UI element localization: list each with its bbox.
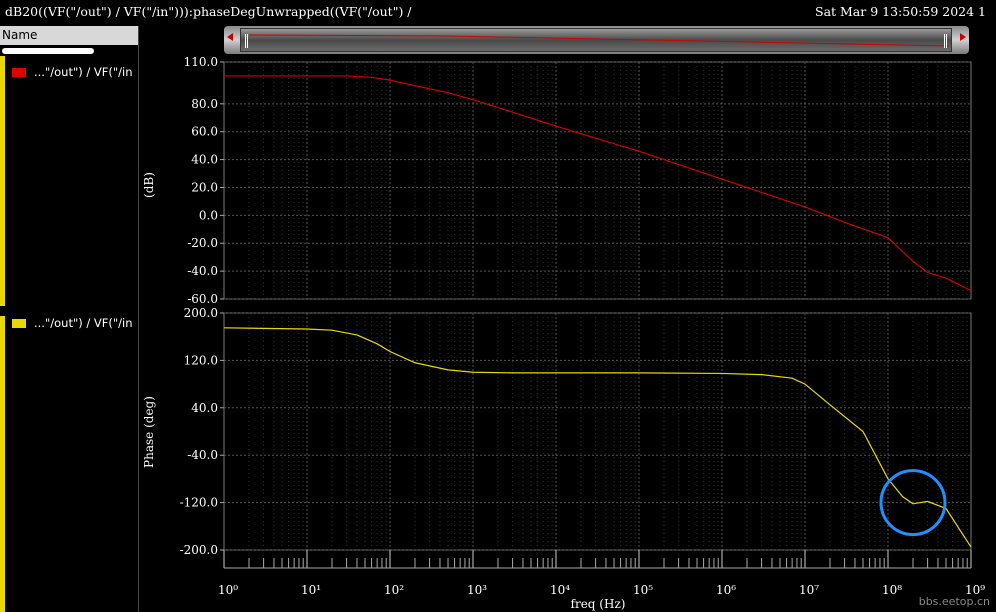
x-axis-label: freq (Hz) xyxy=(571,597,626,611)
plot-frame-0 xyxy=(223,61,972,300)
x-tick-label: 10² xyxy=(384,583,404,597)
y-axis-label: Phase (deg) xyxy=(142,396,156,468)
y-tick-label: 40.0 xyxy=(191,401,218,415)
y-tick-label: 120.0 xyxy=(184,353,218,367)
x-tick-label: 10⁶ xyxy=(716,583,736,597)
y-axis-label: (dB) xyxy=(142,172,156,198)
y-tick-label: -200.0 xyxy=(180,543,218,557)
y-tick-label: 80.0 xyxy=(191,97,218,111)
y-tick-label: -120.0 xyxy=(180,496,218,510)
y-tick-label: 110.0 xyxy=(184,55,218,69)
y-tick-label: -40.0 xyxy=(187,448,218,462)
y-tick-label: -20.0 xyxy=(187,236,218,250)
y-tick-label: 0.0 xyxy=(199,208,218,222)
x-tick-label: 10³ xyxy=(467,583,487,597)
y-tick-label: -60.0 xyxy=(187,292,218,306)
chart-area: 110.0 80.0 60.0 40.0 20.0 0.0 -20.0 -40.0 -60.0 (… xyxy=(142,55,985,611)
y-tick-label: 40.0 xyxy=(191,153,218,167)
y-tick-label: 20.0 xyxy=(191,180,218,194)
x-tick-label: 10⁸ xyxy=(882,583,902,597)
plot-frame-1 xyxy=(223,312,972,551)
series-line xyxy=(224,75,972,292)
x-tick-label: 10⁰ xyxy=(218,583,238,597)
x-tick-label: 10⁴ xyxy=(550,583,570,597)
watermark: bbs.eetop.cn xyxy=(918,595,990,608)
y-tick-label: 200.0 xyxy=(184,306,218,320)
x-tick-label: 10⁵ xyxy=(633,583,653,597)
x-tick-label: 10¹ xyxy=(301,583,321,597)
x-tick-label: 10⁷ xyxy=(799,583,819,597)
y-tick-label: -40.0 xyxy=(187,264,218,278)
y-tick-label: 60.0 xyxy=(191,125,218,139)
